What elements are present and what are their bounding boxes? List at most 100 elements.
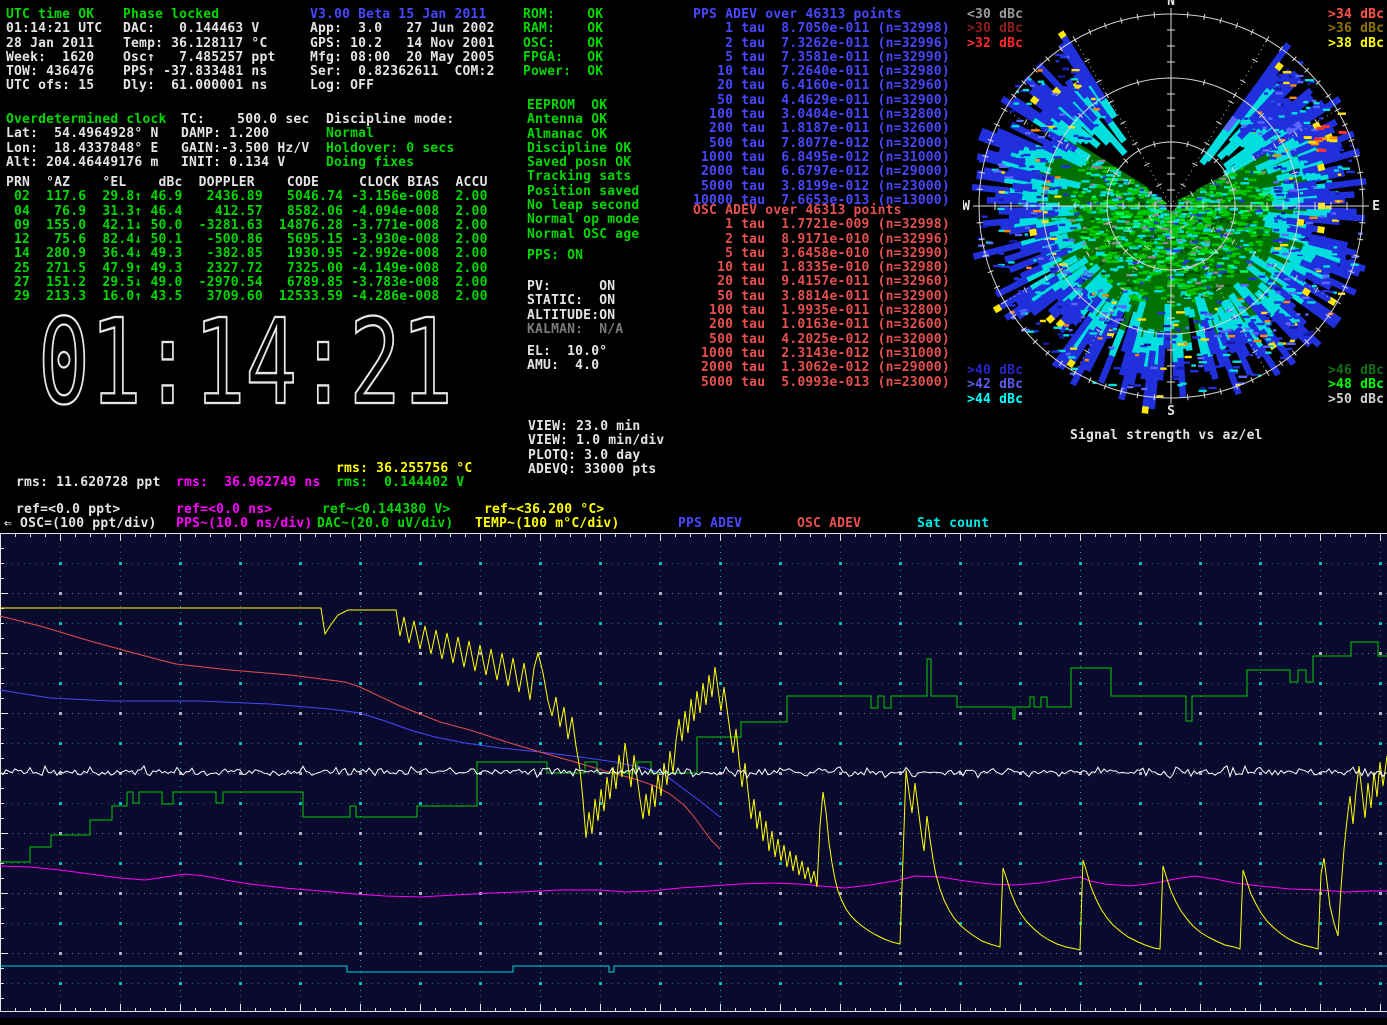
signal-strength-polar-map: NESW: [963, 0, 1387, 424]
eeprom-status-line: EEPROM OK: [527, 99, 639, 113]
rms-pps-line: rms: 36.962749 ns: [176, 476, 320, 490]
plot-label-pps-adev: PPS ADEV: [678, 517, 742, 531]
legend-dbc-top-left-line: <30 dBc: [967, 8, 1023, 22]
view-info-line: PLOTQ: 3.0 day: [528, 449, 664, 463]
legend-dbc-bottom-left: >40 dBc>42 dBc>44 dBc: [967, 364, 1023, 407]
fix-mode-line: PV: ON: [527, 280, 623, 294]
utc-status-line: UTC time OK: [6, 8, 102, 22]
discipline-mode-line: Holdover: 0 secs: [326, 142, 454, 156]
pps-adev-table-line: PPS ADEV over 46313 points: [693, 8, 950, 22]
el-amu: EL: 10.0°AMU: 4.0: [527, 345, 607, 374]
el-amu-line: EL: 10.0°: [527, 345, 607, 359]
version-info-line: GPS: 10.2 14 Nov 2001: [310, 37, 495, 51]
osc-adev-table-line: 20 tau 9.4157e-011 (n=32960): [693, 275, 950, 289]
legend-dbc-top-right: >34 dBc>36 dBc>38 dBc: [1328, 8, 1384, 51]
loop-params-line: GAIN:-3.500 Hz/V: [181, 142, 309, 156]
receiver-status-line: Power: OK: [523, 65, 603, 79]
plot-label-dac: DAC~(20.0 uV/div): [317, 517, 453, 531]
view-info-line: VIEW: 1.0 min/div: [528, 434, 664, 448]
sat-table-line: 02 117.6 29.8↑ 46.9 2436.89 5046.74 -3.1…: [6, 190, 488, 204]
rms-osc: rms: 11.620728 ppt: [16, 476, 160, 490]
eeprom-status-line: Almanac OK: [527, 128, 639, 142]
osc-adev-table-line: 5000 tau 5.0993e-013 (n=23000): [693, 376, 950, 390]
utc-status-line: UTC ofs: 15: [6, 79, 102, 93]
plot-label-sat-count: Sat count: [917, 517, 989, 531]
el-amu-line: AMU: 4.0: [527, 359, 607, 373]
sat-table-line: 25 271.5 47.9↑ 49.3 2327.72 7325.00 -4.1…: [6, 262, 488, 276]
osc-params: Phase lockedDAC: 0.144463 VTemp: 36.1281…: [123, 8, 276, 94]
view-info: VIEW: 23.0 minVIEW: 1.0 min/divPLOTQ: 3.…: [528, 420, 664, 477]
legend-dbc-top-left-line: >32 dBc: [967, 37, 1023, 51]
big-clock: 01:14:21: [0, 300, 520, 415]
version-info-line: V3.00 Beta 15 Jan 2011: [310, 8, 495, 22]
eeprom-status-line: Tracking sats: [527, 170, 639, 184]
view-info-line: VIEW: 23.0 min: [528, 420, 664, 434]
plot-label-temp: TEMP~(100 m°C/div): [475, 517, 619, 531]
eeprom-status-line: Normal OSC age: [527, 228, 639, 242]
od-clock-line: Lat: 54.4964928° N: [6, 127, 167, 141]
eeprom-status-line: Antenna OK: [527, 113, 639, 127]
discipline-mode-line: Discipline mode:: [326, 113, 454, 127]
pps-adev-table-line: 1 tau 8.7050e-011 (n=32998): [693, 22, 950, 36]
osc-params-line: Dly: 61.000001 ns: [123, 79, 276, 93]
osc-adev-table-line: 10 tau 1.8335e-010 (n=32980): [693, 261, 950, 275]
plot-label-osc: ⇐ OSC=(100 ppt/div): [4, 517, 157, 531]
osc-params-line: Temp: 36.128117 °C: [123, 37, 276, 51]
legend-dbc-top-right-line: >36 dBc: [1328, 22, 1384, 36]
pps-adev-table-line: 5000 tau 3.8199e-012 (n=23000): [693, 180, 950, 194]
osc-adev-table-line: 2000 tau 1.3062e-012 (n=29000): [693, 361, 950, 375]
legend-dbc-bottom-right-line: >50 dBc: [1328, 393, 1384, 407]
osc-adev-table-line: 500 tau 4.2025e-012 (n=32000): [693, 333, 950, 347]
eeprom-status-line: Saved posn OK: [527, 156, 639, 170]
plot-label-pps-line: PPS~(10.0 ns/div): [176, 517, 312, 531]
plot-label-pps-adev-line: PPS ADEV: [678, 517, 742, 531]
discipline-mode-line: Doing fixes: [326, 156, 454, 170]
plot-label-temp-line: TEMP~(100 m°C/div): [475, 517, 619, 531]
pps-adev-table: PPS ADEV over 46313 points 1 tau 8.7050e…: [693, 8, 950, 208]
sat-table-line: 04 76.9 31.3↑ 46.4 412.57 8582.06 -4.094…: [6, 205, 488, 219]
pps-adev-table-line: 10 tau 7.2640e-011 (n=32980): [693, 65, 950, 79]
plot-label-sat-count-line: Sat count: [917, 517, 989, 531]
version-info-line: App: 3.0 27 Jun 2002: [310, 22, 495, 36]
receiver-status-line: OSC: OK: [523, 37, 603, 51]
version-info-line: Ser: 0.82362611 COM:2: [310, 65, 495, 79]
receiver-status-line: RAM: OK: [523, 22, 603, 36]
fix-mode-line: KALMAN: N/A: [527, 323, 623, 337]
compass-N: N: [1167, 0, 1175, 9]
osc-adev-table-line: 5 tau 3.6458e-010 (n=32990): [693, 247, 950, 261]
version-info: V3.00 Beta 15 Jan 2011App: 3.0 27 Jun 20…: [310, 8, 495, 94]
utc-status-line: 28 Jan 2011: [6, 37, 102, 51]
eeprom-status-line: Normal op mode: [527, 213, 639, 227]
pps-state: PPS: ON: [527, 249, 583, 263]
lady-heather-screen: 01:14:21 NESW Signal strength vs az/el U…: [0, 0, 1387, 1025]
pps-adev-table-line: 1000 tau 6.8495e-012 (n=31000): [693, 151, 950, 165]
eeprom-status-line: Position saved: [527, 185, 639, 199]
pps-adev-table-line: 2000 tau 6.6797e-012 (n=29000): [693, 165, 950, 179]
pps-state-line: PPS: ON: [527, 249, 583, 263]
od-clock-line: Lon: 18.4337848° E: [6, 142, 167, 156]
eeprom-status-line: Discipline OK: [527, 142, 639, 156]
osc-params-line: Phase locked: [123, 8, 276, 22]
compass-S: S: [1167, 404, 1175, 419]
rms-osc-line: rms: 11.620728 ppt: [16, 476, 160, 490]
plot-label-osc-line: ⇐ OSC=(100 ppt/div): [4, 517, 157, 531]
rms-dac-line: rms: 0.144402 V: [336, 476, 464, 490]
utc-status-line: 01:14:21 UTC: [6, 22, 102, 36]
pps-adev-table-line: 5 tau 7.3581e-011 (n=32990): [693, 51, 950, 65]
compass-W: W: [963, 199, 970, 214]
legend-dbc-bottom-left-line: >42 dBc: [967, 378, 1023, 392]
utc-status: UTC time OK01:14:21 UTC28 Jan 2011Week: …: [6, 8, 102, 94]
eeprom-status: EEPROM OKAntenna OKAlmanac OKDiscipline …: [527, 99, 639, 242]
sat-table: PRN °AZ °EL dBc DOPPLER CODE CLOCK BIAS …: [6, 176, 488, 305]
fix-mode-line: ALTITUDE:ON: [527, 309, 623, 323]
od-clock-line: Alt: 204.46449176 m: [6, 156, 167, 170]
legend-dbc-bottom-right: >46 dBc>48 dBc>50 dBc: [1328, 364, 1384, 407]
receiver-status: ROM: OKRAM: OKOSC: OKFPGA: OKPower: OK: [523, 8, 603, 79]
osc-adev-table-line: OSC ADEV over 46313 points: [693, 204, 950, 218]
receiver-status-line: ROM: OK: [523, 8, 603, 22]
loop-params-line: DAMP: 1.200: [181, 127, 309, 141]
loop-params-line: TC: 500.0 sec: [181, 113, 309, 127]
discipline-mode-line: Normal: [326, 127, 454, 141]
plot-label-dac-line: DAC~(20.0 uV/div): [317, 517, 453, 531]
legend-dbc-top-right-line: >38 dBc: [1328, 37, 1384, 51]
